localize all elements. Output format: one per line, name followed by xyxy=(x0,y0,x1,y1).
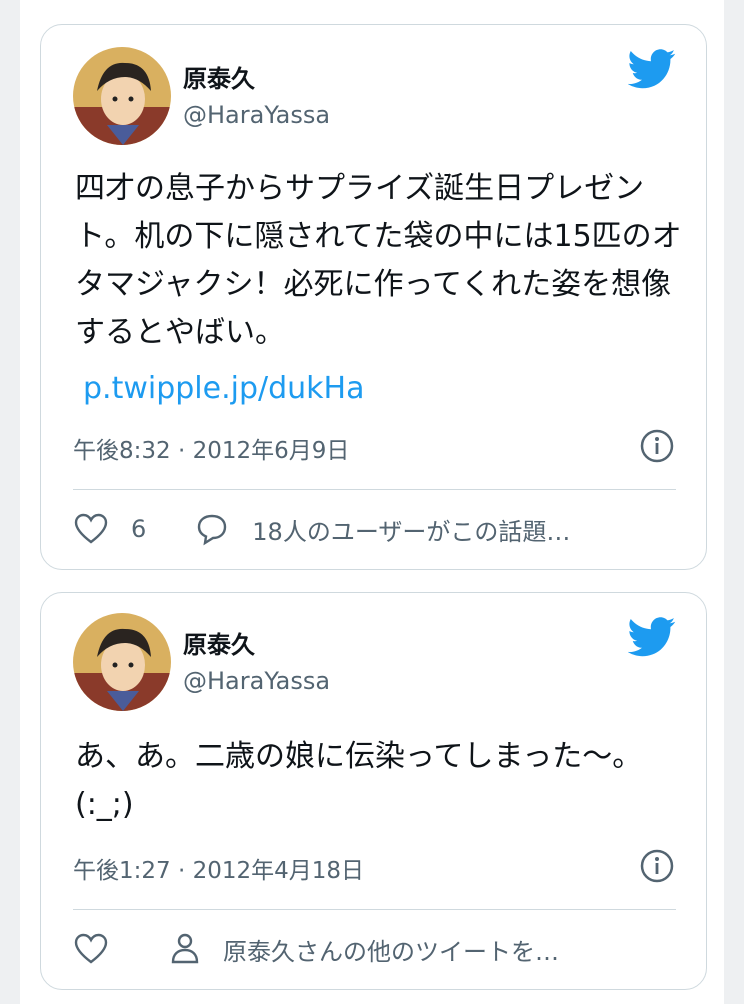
tweet-text: 四才の息子からサプライズ誕生日プレゼント。机の下に隠されてた袋の中には15匹のオ… xyxy=(75,171,682,350)
author-name[interactable]: 原泰久 xyxy=(183,59,255,94)
reply-conversation-link[interactable]: 18人のユーザーがこの話題… xyxy=(252,512,570,547)
divider xyxy=(73,489,676,490)
author-handle[interactable]: @HaraYassa xyxy=(183,101,330,129)
tweet-card[interactable]: 原泰久 @HaraYassa 四才の息子からサプライズ誕生日プレゼント。机の下に… xyxy=(40,24,707,570)
timestamp[interactable]: 午後1:27 · 2012年4月18日 xyxy=(73,851,364,885)
action-row: 6 18人のユーザーがこの話題… xyxy=(73,507,676,551)
avatar[interactable] xyxy=(73,613,171,711)
heart-icon[interactable] xyxy=(73,931,109,967)
person-icon[interactable] xyxy=(167,931,203,967)
info-icon[interactable] xyxy=(640,429,674,463)
like-count[interactable]: 6 xyxy=(131,515,146,543)
author-name[interactable]: 原泰久 xyxy=(183,625,255,660)
timestamp[interactable]: 午後8:32 · 2012年6月9日 xyxy=(73,431,349,465)
heart-icon[interactable] xyxy=(73,511,109,547)
info-icon[interactable] xyxy=(640,849,674,883)
avatar[interactable] xyxy=(73,47,171,145)
action-row: 原泰久さんの他のツイートを… xyxy=(73,927,676,971)
author-handle[interactable]: @HaraYassa xyxy=(183,667,330,695)
twitter-bird-icon[interactable] xyxy=(628,617,676,657)
tweet-link[interactable]: p.twipple.jp/dukHa xyxy=(83,365,686,413)
reply-bubble-icon[interactable] xyxy=(194,511,230,547)
tweet-card[interactable]: 原泰久 @HaraYassa あ、あ。二歳の娘に伝染ってしまった〜。(:_;) … xyxy=(40,592,707,990)
tweet-text: あ、あ。二歳の娘に伝染ってしまった〜。(:_;) xyxy=(75,739,643,822)
more-tweets-link[interactable]: 原泰久さんの他のツイートを… xyxy=(223,932,559,967)
twitter-bird-icon[interactable] xyxy=(628,49,676,89)
divider xyxy=(73,909,676,910)
